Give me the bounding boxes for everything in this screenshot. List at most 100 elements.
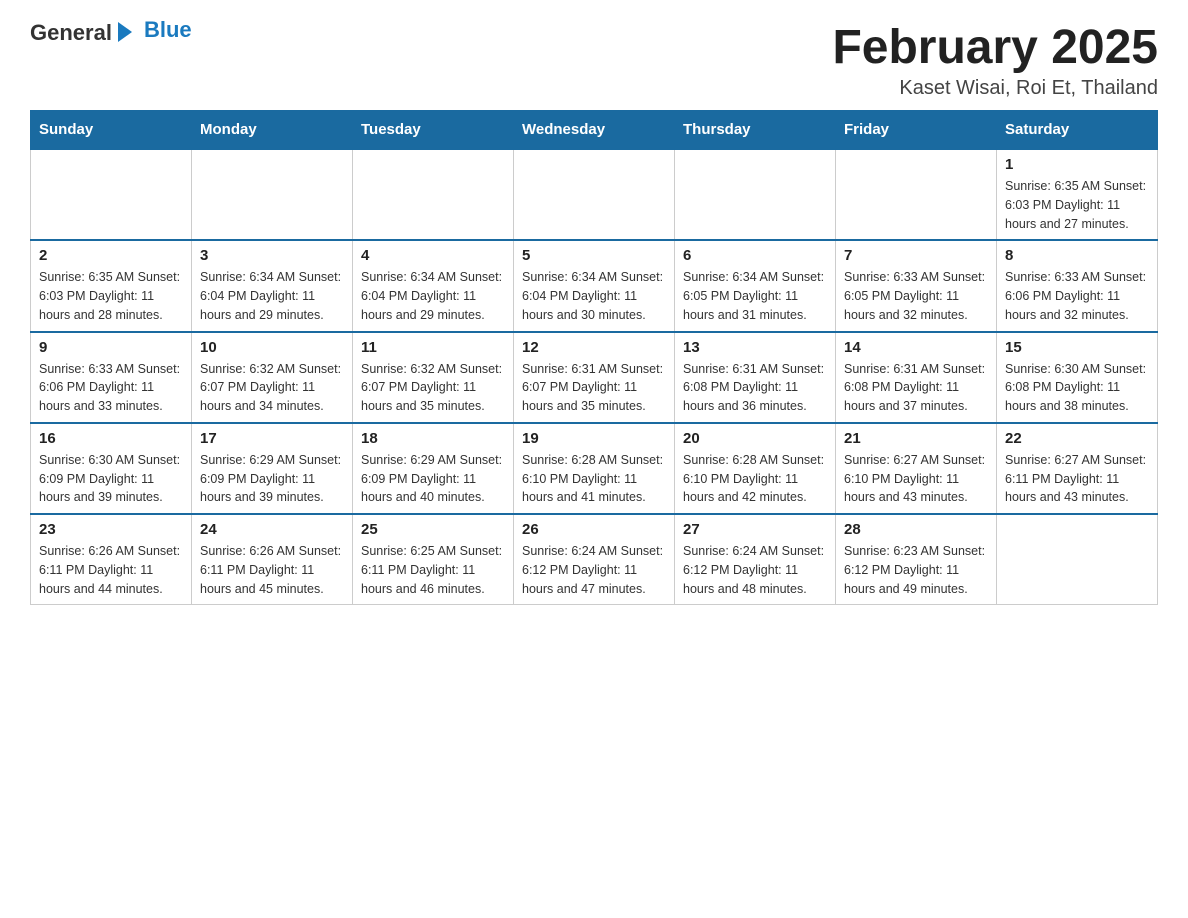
- calendar-cell: 12 Sunrise: 6:31 AM Sunset: 6:07 PM Dayli…: [514, 332, 675, 423]
- day-number: 7: [844, 247, 988, 264]
- day-number: 10: [200, 339, 344, 356]
- logo-arrow-icon: [118, 22, 132, 42]
- day-number: 18: [361, 430, 505, 447]
- calendar-cell: 22 Sunrise: 6:27 AM Sunset: 6:11 PM Dayli…: [997, 423, 1158, 514]
- calendar-cell: 10 Sunrise: 6:32 AM Sunset: 6:07 PM Dayli…: [192, 332, 353, 423]
- day-number: 20: [683, 430, 827, 447]
- day-info: Sunrise: 6:29 AM Sunset: 6:09 PM Dayligh…: [200, 451, 344, 507]
- calendar-cell: [675, 149, 836, 240]
- title-block: February 2025 Kaset Wisai, Roi Et, Thail…: [832, 20, 1158, 100]
- calendar-cell: 15 Sunrise: 6:30 AM Sunset: 6:08 PM Dayli…: [997, 332, 1158, 423]
- day-info: Sunrise: 6:34 AM Sunset: 6:04 PM Dayligh…: [361, 268, 505, 324]
- calendar-week-row: 23 Sunrise: 6:26 AM Sunset: 6:11 PM Dayli…: [31, 514, 1158, 605]
- calendar-cell: 16 Sunrise: 6:30 AM Sunset: 6:09 PM Dayli…: [31, 423, 192, 514]
- day-info: Sunrise: 6:24 AM Sunset: 6:12 PM Dayligh…: [522, 542, 666, 598]
- day-info: Sunrise: 6:32 AM Sunset: 6:07 PM Dayligh…: [361, 360, 505, 416]
- calendar-cell: 17 Sunrise: 6:29 AM Sunset: 6:09 PM Dayli…: [192, 423, 353, 514]
- day-number: 27: [683, 521, 827, 538]
- day-of-week-header: Friday: [836, 111, 997, 150]
- day-of-week-header: Saturday: [997, 111, 1158, 150]
- day-info: Sunrise: 6:27 AM Sunset: 6:10 PM Dayligh…: [844, 451, 988, 507]
- calendar-cell: 26 Sunrise: 6:24 AM Sunset: 6:12 PM Dayli…: [514, 514, 675, 605]
- day-info: Sunrise: 6:24 AM Sunset: 6:12 PM Dayligh…: [683, 542, 827, 598]
- day-info: Sunrise: 6:31 AM Sunset: 6:07 PM Dayligh…: [522, 360, 666, 416]
- day-number: 19: [522, 430, 666, 447]
- calendar-cell: 3 Sunrise: 6:34 AM Sunset: 6:04 PM Daylig…: [192, 240, 353, 331]
- day-info: Sunrise: 6:35 AM Sunset: 6:03 PM Dayligh…: [39, 268, 183, 324]
- day-number: 5: [522, 247, 666, 264]
- calendar-cell: 24Sunrise: 6:26 AM Sunset: 6:11 PM Dayli…: [192, 514, 353, 605]
- calendar-cell: 5 Sunrise: 6:34 AM Sunset: 6:04 PM Daylig…: [514, 240, 675, 331]
- calendar-cell: 19 Sunrise: 6:28 AM Sunset: 6:10 PM Dayli…: [514, 423, 675, 514]
- day-number: 3: [200, 247, 344, 264]
- day-number: 13: [683, 339, 827, 356]
- day-info: Sunrise: 6:35 AM Sunset: 6:03 PM Dayligh…: [1005, 177, 1149, 233]
- calendar-cell: 11 Sunrise: 6:32 AM Sunset: 6:07 PM Dayli…: [353, 332, 514, 423]
- day-number: 22: [1005, 430, 1149, 447]
- day-info: Sunrise: 6:29 AM Sunset: 6:09 PM Dayligh…: [361, 451, 505, 507]
- calendar-cell: 9 Sunrise: 6:33 AM Sunset: 6:06 PM Daylig…: [31, 332, 192, 423]
- day-info: Sunrise: 6:28 AM Sunset: 6:10 PM Dayligh…: [522, 451, 666, 507]
- calendar-week-row: 1 Sunrise: 6:35 AM Sunset: 6:03 PM Daylig…: [31, 149, 1158, 240]
- day-info: Sunrise: 6:33 AM Sunset: 6:06 PM Dayligh…: [39, 360, 183, 416]
- day-info: Sunrise: 6:30 AM Sunset: 6:09 PM Dayligh…: [39, 451, 183, 507]
- day-number: 8: [1005, 247, 1149, 264]
- day-number: 11: [361, 339, 505, 356]
- calendar-week-row: 9 Sunrise: 6:33 AM Sunset: 6:06 PM Daylig…: [31, 332, 1158, 423]
- day-number: 15: [1005, 339, 1149, 356]
- day-info: Sunrise: 6:33 AM Sunset: 6:06 PM Dayligh…: [1005, 268, 1149, 324]
- logo: General Blue: [30, 20, 192, 46]
- calendar-cell: 14 Sunrise: 6:31 AM Sunset: 6:08 PM Dayli…: [836, 332, 997, 423]
- day-info: Sunrise: 6:27 AM Sunset: 6:11 PM Dayligh…: [1005, 451, 1149, 507]
- calendar-cell: 23 Sunrise: 6:26 AM Sunset: 6:11 PM Dayli…: [31, 514, 192, 605]
- calendar-cell: 2Sunrise: 6:35 AM Sunset: 6:03 PM Daylig…: [31, 240, 192, 331]
- day-info: Sunrise: 6:31 AM Sunset: 6:08 PM Dayligh…: [844, 360, 988, 416]
- day-info: Sunrise: 6:26 AM Sunset: 6:11 PM Dayligh…: [39, 542, 183, 598]
- day-info: Sunrise: 6:30 AM Sunset: 6:08 PM Dayligh…: [1005, 360, 1149, 416]
- day-number: 28: [844, 521, 988, 538]
- calendar-cell: [836, 149, 997, 240]
- calendar-cell: [514, 149, 675, 240]
- calendar-cell: [997, 514, 1158, 605]
- day-number: 23: [39, 521, 183, 538]
- day-info: Sunrise: 6:31 AM Sunset: 6:08 PM Dayligh…: [683, 360, 827, 416]
- logo-general-text: General: [30, 20, 112, 46]
- day-info: Sunrise: 6:34 AM Sunset: 6:04 PM Dayligh…: [522, 268, 666, 324]
- day-of-week-header: Monday: [192, 111, 353, 150]
- day-number: 4: [361, 247, 505, 264]
- page-header: General Blue February 2025 Kaset Wisai, …: [30, 20, 1158, 100]
- calendar-cell: 7Sunrise: 6:33 AM Sunset: 6:05 PM Daylig…: [836, 240, 997, 331]
- day-number: 12: [522, 339, 666, 356]
- day-number: 9: [39, 339, 183, 356]
- calendar-cell: [31, 149, 192, 240]
- calendar-cell: 25 Sunrise: 6:25 AM Sunset: 6:11 PM Dayli…: [353, 514, 514, 605]
- day-number: 21: [844, 430, 988, 447]
- calendar-header-row: SundayMondayTuesdayWednesdayThursdayFrid…: [31, 111, 1158, 150]
- day-number: 1: [1005, 156, 1149, 173]
- day-info: Sunrise: 6:28 AM Sunset: 6:10 PM Dayligh…: [683, 451, 827, 507]
- calendar-cell: [353, 149, 514, 240]
- calendar-cell: [192, 149, 353, 240]
- day-info: Sunrise: 6:25 AM Sunset: 6:11 PM Dayligh…: [361, 542, 505, 598]
- day-number: 24: [200, 521, 344, 538]
- calendar-week-row: 2Sunrise: 6:35 AM Sunset: 6:03 PM Daylig…: [31, 240, 1158, 331]
- day-number: 25: [361, 521, 505, 538]
- day-info: Sunrise: 6:34 AM Sunset: 6:04 PM Dayligh…: [200, 268, 344, 324]
- calendar-cell: 8 Sunrise: 6:33 AM Sunset: 6:06 PM Daylig…: [997, 240, 1158, 331]
- day-info: Sunrise: 6:32 AM Sunset: 6:07 PM Dayligh…: [200, 360, 344, 416]
- day-number: 16: [39, 430, 183, 447]
- location-subtitle: Kaset Wisai, Roi Et, Thailand: [832, 77, 1158, 100]
- calendar-cell: 20 Sunrise: 6:28 AM Sunset: 6:10 PM Dayli…: [675, 423, 836, 514]
- day-of-week-header: Tuesday: [353, 111, 514, 150]
- day-of-week-header: Wednesday: [514, 111, 675, 150]
- calendar-cell: 13 Sunrise: 6:31 AM Sunset: 6:08 PM Dayli…: [675, 332, 836, 423]
- calendar-cell: 27 Sunrise: 6:24 AM Sunset: 6:12 PM Dayli…: [675, 514, 836, 605]
- day-of-week-header: Thursday: [675, 111, 836, 150]
- calendar-week-row: 16 Sunrise: 6:30 AM Sunset: 6:09 PM Dayli…: [31, 423, 1158, 514]
- calendar-table: SundayMondayTuesdayWednesdayThursdayFrid…: [30, 110, 1158, 605]
- calendar-cell: 4 Sunrise: 6:34 AM Sunset: 6:04 PM Daylig…: [353, 240, 514, 331]
- day-number: 14: [844, 339, 988, 356]
- day-number: 26: [522, 521, 666, 538]
- logo-blue-text: Blue: [144, 17, 192, 43]
- day-number: 17: [200, 430, 344, 447]
